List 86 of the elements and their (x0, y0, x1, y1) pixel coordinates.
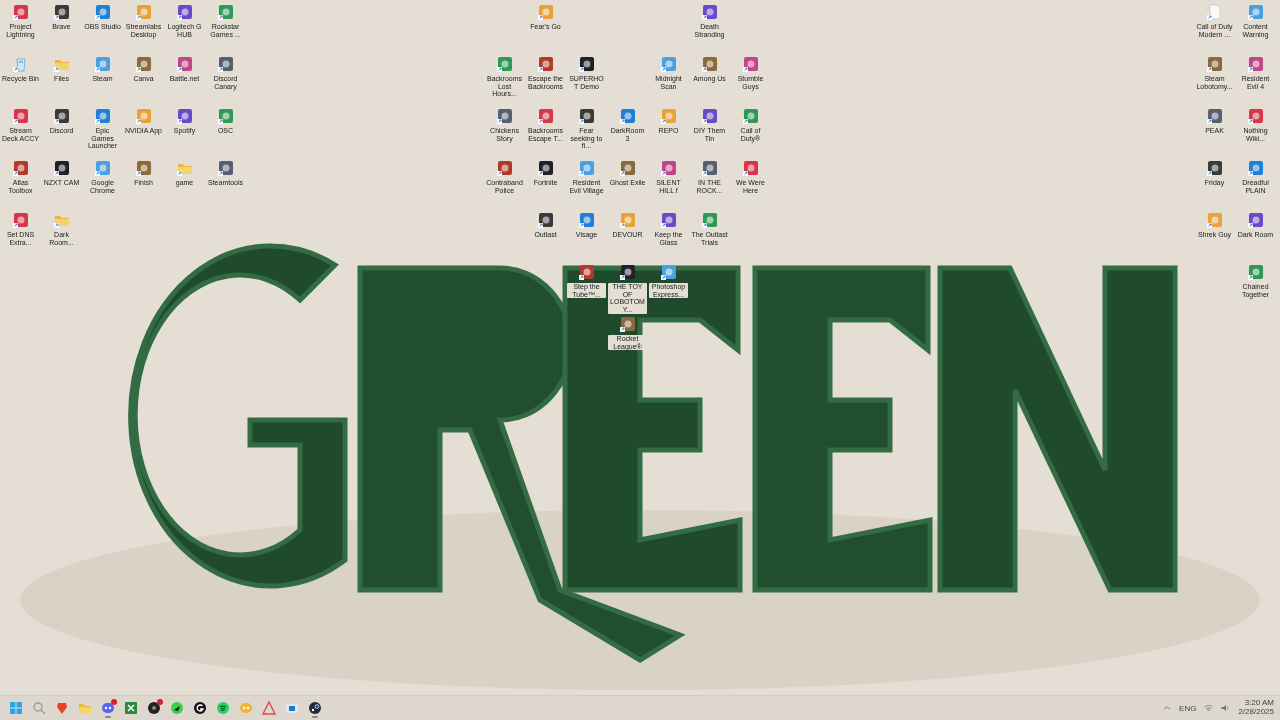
app-icon (1246, 159, 1265, 177)
app-icon (216, 107, 235, 125)
app-icon (1205, 159, 1224, 177)
app-icon (1246, 55, 1265, 73)
app-icon (618, 211, 637, 229)
app-icon (175, 107, 194, 125)
app-icon (495, 55, 514, 73)
app-icon (577, 263, 596, 281)
app-icon (659, 55, 678, 73)
notification-badge (111, 699, 117, 705)
sound-waves-icon (216, 701, 230, 715)
app-icon (1246, 211, 1265, 229)
app-icon (1205, 211, 1224, 229)
app-window-icon (285, 701, 299, 715)
running-indicator (312, 716, 318, 718)
app-icon (216, 3, 235, 21)
app-icon (134, 107, 153, 125)
app-icon (536, 159, 555, 177)
app-icon (700, 3, 719, 21)
app-icon (134, 3, 153, 21)
app-icon (175, 3, 194, 21)
app-icon (93, 159, 112, 177)
app-icon (577, 159, 596, 177)
app-icon (659, 211, 678, 229)
app-icon (93, 3, 112, 21)
app-icon (216, 55, 235, 73)
clock-date[interactable]: 2/28/2025 (1238, 708, 1274, 717)
app-icon (1246, 3, 1265, 21)
speaker-icon[interactable] (1221, 704, 1231, 712)
app-icon (495, 107, 514, 125)
app-icon (52, 159, 71, 177)
triangle-logo-icon (262, 701, 276, 715)
chat-bubble-icon (239, 701, 253, 715)
notification-badge (157, 699, 163, 705)
language-indicator[interactable]: ENG (1179, 703, 1197, 713)
folder-icon (78, 701, 92, 715)
app-icon (1246, 263, 1265, 281)
app-icon (11, 107, 30, 125)
clock-time[interactable]: 3:20 AM (1244, 699, 1274, 708)
app-icon (659, 107, 678, 125)
app-icon (700, 107, 719, 125)
wifi-icon[interactable] (1204, 704, 1214, 712)
app-icon (134, 159, 153, 177)
app-icon (52, 3, 71, 21)
app-icon (11, 211, 30, 229)
app-icon (175, 55, 194, 73)
app-icon (577, 107, 596, 125)
app-icon (659, 159, 678, 177)
app-icon (618, 263, 637, 281)
app-icon (659, 263, 678, 281)
app-icon (52, 107, 71, 125)
app-icon (134, 55, 153, 73)
app-icon (1205, 55, 1224, 73)
app-icon (618, 315, 637, 333)
app-icon (1246, 107, 1265, 125)
document-icon (1205, 3, 1224, 21)
app-icon (577, 211, 596, 229)
app-icon (495, 159, 514, 177)
app-icon (11, 3, 30, 21)
app-icon (536, 107, 555, 125)
app-icon (700, 211, 719, 229)
app-icon (700, 55, 719, 73)
app-icon (700, 159, 719, 177)
xbox-icon (124, 701, 138, 715)
app-icon (11, 159, 30, 177)
record-icon (147, 701, 161, 715)
app-icon (577, 55, 596, 73)
app-icon (741, 107, 760, 125)
search-icon (32, 701, 46, 715)
app-icon (216, 159, 235, 177)
app-icon (618, 159, 637, 177)
app-icon (618, 107, 637, 125)
app-icon (1205, 107, 1224, 125)
app-icon (741, 159, 760, 177)
app-icon (536, 211, 555, 229)
windows-logo-icon (9, 701, 23, 715)
chevron-up-icon[interactable] (1163, 704, 1172, 712)
app-icon (741, 55, 760, 73)
g-logo-icon (193, 701, 207, 715)
app-icon (93, 55, 112, 73)
running-indicator (105, 716, 111, 718)
app-icon (536, 3, 555, 21)
app-icon (93, 107, 112, 125)
app-icon (536, 55, 555, 73)
chat-bubble-icon (101, 701, 115, 715)
steam-logo-icon (308, 701, 322, 715)
